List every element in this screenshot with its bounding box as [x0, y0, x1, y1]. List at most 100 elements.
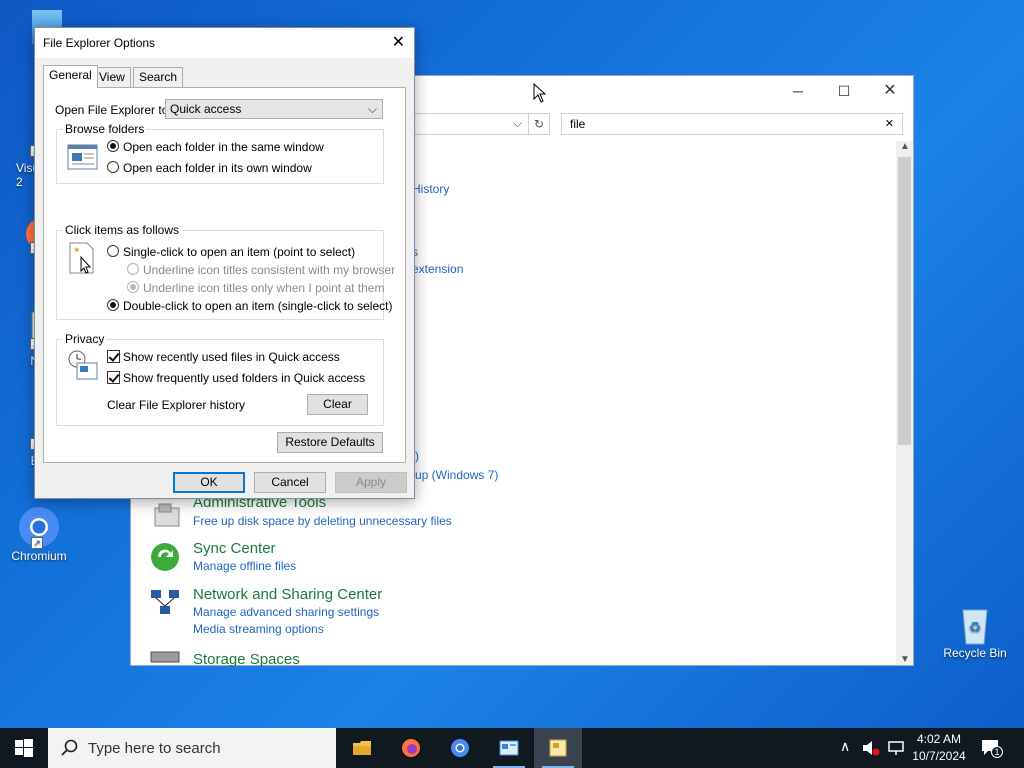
privacy-icon — [68, 350, 98, 380]
scrollbar-thumb[interactable] — [898, 157, 911, 445]
search-box[interactable]: ✕ — [561, 113, 903, 135]
notification-center-button[interactable]: 1 — [980, 738, 1004, 760]
dialog-close-button[interactable]: ✕ — [392, 32, 405, 52]
open-file-explorer-value: Quick access — [170, 102, 242, 116]
general-tab-panel: Open File Explorer to: Quick access ⌵ Br… — [43, 87, 406, 463]
label-underline-point: Underline icon titles only when I point … — [143, 281, 385, 295]
file-explorer-icon — [353, 741, 371, 755]
svg-text:✶: ✶ — [73, 245, 81, 255]
result-link-extension[interactable]: extension — [412, 262, 463, 276]
click-items-legend: Click items as follows — [63, 223, 182, 237]
tab-general[interactable]: General — [43, 65, 98, 88]
search-icon — [61, 739, 78, 756]
label-recent-files[interactable]: Show recently used files in Quick access — [123, 350, 340, 364]
clock-date: 10/7/2024 — [912, 749, 966, 763]
privacy-legend: Privacy — [63, 332, 107, 346]
click-items-group: Click items as follows ✶ Single-click to… — [56, 223, 395, 320]
label-double-click[interactable]: Double-click to open an item (single-cli… — [123, 299, 392, 313]
label-underline-browser: Underline icon titles consistent with my… — [143, 263, 396, 277]
clock-time: 4:02 AM — [916, 732, 962, 746]
volume-muted-icon[interactable] — [862, 740, 880, 756]
desktop-icon-chromium[interactable]: ↗ Chromium — [1, 503, 77, 563]
shortcut-arrow-icon: ↗ — [31, 537, 43, 549]
taskbar-control-panel[interactable] — [485, 728, 533, 768]
checkbox-recent-files[interactable] — [107, 350, 120, 363]
dialog-titlebar: File Explorer Options ✕ — [35, 28, 414, 58]
close-button[interactable]: ✕ — [867, 76, 913, 106]
control-panel-icon — [499, 740, 519, 756]
vertical-scrollbar[interactable]: ▲ ▼ — [896, 141, 913, 665]
desktop-icon-recycle-bin[interactable]: ♻ Recycle Bin — [937, 600, 1013, 660]
result-link-advanced-sharing[interactable]: Manage advanced sharing settings — [193, 605, 379, 619]
taskbar-chromium[interactable] — [436, 728, 484, 768]
label-frequent-folders[interactable]: Show frequently used folders in Quick ac… — [123, 371, 365, 385]
result-link-paren[interactable]: ) — [415, 449, 419, 463]
open-file-explorer-label: Open File Explorer to: — [55, 103, 172, 117]
desktop-icon-label: Recycle Bin — [943, 646, 1007, 660]
administrative-tools-icon — [154, 503, 180, 527]
taskbar-file-explorer-options[interactable] — [534, 728, 582, 768]
radio-underline-point — [127, 281, 139, 293]
result-heading-storage-spaces[interactable]: Storage Spaces — [193, 651, 300, 668]
ok-button[interactable]: OK — [173, 472, 245, 493]
restore-defaults-button[interactable]: Restore Defaults — [277, 432, 383, 453]
chromium-icon: ↗ — [17, 503, 61, 549]
folder-options-icon — [549, 739, 567, 757]
browse-folders-group: Browse folders Open each folder in the s… — [56, 122, 384, 184]
refresh-button[interactable]: ↻ — [528, 113, 550, 135]
clear-search-icon[interactable]: ✕ — [885, 117, 894, 130]
svg-text:♻: ♻ — [969, 619, 982, 635]
chevron-down-icon[interactable]: ⌵ — [513, 116, 522, 131]
tab-search[interactable]: Search — [133, 67, 184, 87]
scroll-down-icon[interactable]: ▼ — [900, 654, 910, 665]
start-button[interactable] — [0, 728, 48, 768]
scroll-up-icon[interactable]: ▲ — [900, 141, 910, 152]
result-heading-network-sharing[interactable]: Network and Sharing Center — [193, 586, 382, 603]
radio-double-click[interactable] — [107, 299, 119, 311]
result-heading-sync-center[interactable]: Sync Center — [193, 540, 276, 557]
dialog-title: File Explorer Options — [43, 36, 156, 50]
radio-single-click[interactable] — [107, 245, 119, 257]
network-sharing-icon — [151, 590, 179, 614]
chromium-icon — [451, 739, 469, 757]
taskbar-search-placeholder[interactable]: Type here to search — [88, 740, 221, 757]
show-hidden-icons-icon[interactable]: ∧ — [840, 738, 850, 755]
label-own-window[interactable]: Open each folder in its own window — [123, 161, 312, 175]
taskbar-firefox[interactable] — [387, 728, 435, 768]
refresh-icon: ↻ — [533, 117, 545, 131]
sync-center-icon — [151, 543, 179, 571]
chevron-down-icon: ⌵ — [367, 102, 377, 116]
taskbar-search-box[interactable]: Type here to search — [48, 728, 336, 768]
network-icon[interactable] — [887, 740, 905, 756]
click-items-icon: ✶ — [69, 242, 94, 274]
notification-count: 1 — [991, 746, 1003, 758]
search-input[interactable] — [568, 116, 868, 132]
result-link-history[interactable]: History — [412, 182, 449, 196]
result-link-media-streaming[interactable]: Media streaming options — [193, 622, 324, 636]
clock[interactable]: 4:02 AM 10/7/2024 — [906, 731, 972, 765]
file-explorer-options-dialog: File Explorer Options ✕ General View Sea… — [34, 27, 415, 499]
checkbox-frequent-folders[interactable] — [107, 371, 120, 384]
label-same-window[interactable]: Open each folder in the same window — [123, 140, 324, 154]
clear-button[interactable]: Clear — [307, 394, 368, 415]
windows-logo-icon — [15, 739, 33, 757]
maximize-button[interactable]: ☐ — [821, 76, 867, 106]
privacy-group: Privacy Show recently used files in Quic… — [56, 332, 384, 426]
cancel-button[interactable]: Cancel — [254, 472, 326, 493]
taskbar-file-explorer[interactable] — [338, 728, 386, 768]
result-link-free-disk-space[interactable]: Free up disk space by deleting unnecessa… — [193, 514, 452, 528]
firefox-icon — [402, 739, 420, 757]
browse-folders-legend: Browse folders — [63, 122, 147, 136]
mouse-cursor-icon — [533, 83, 547, 103]
radio-own-window[interactable] — [107, 161, 119, 173]
result-link-windows7[interactable]: up (Windows 7) — [415, 468, 498, 482]
radio-underline-browser — [127, 263, 139, 275]
radio-same-window[interactable] — [107, 140, 119, 152]
label-single-click[interactable]: Single-click to open an item (point to s… — [123, 245, 355, 259]
clear-history-label: Clear File Explorer history — [107, 398, 246, 412]
tab-view[interactable]: View — [93, 67, 131, 87]
result-link-manage-offline-files[interactable]: Manage offline files — [193, 559, 296, 573]
open-file-explorer-select[interactable]: Quick access ⌵ — [165, 99, 383, 119]
browse-folders-icon — [67, 144, 98, 170]
minimize-button[interactable]: ─ — [775, 76, 821, 106]
